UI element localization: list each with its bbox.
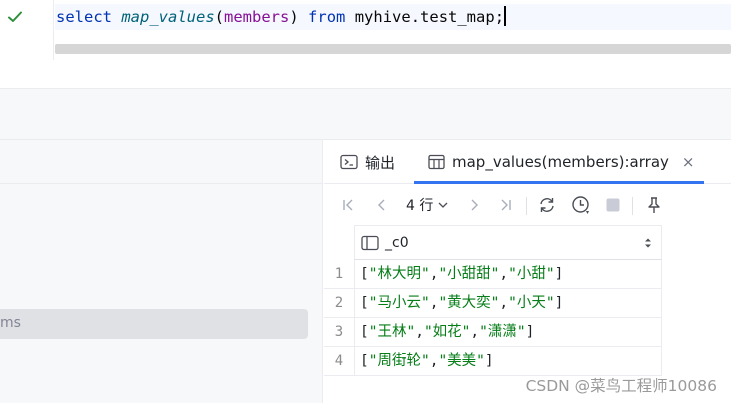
close-tab-icon[interactable]: × [682,153,695,171]
prev-page-icon[interactable] [372,195,392,215]
bracket: [ [360,295,369,311]
table-name: myhive.test_map [354,8,495,26]
bracket: [ [360,353,369,369]
chevron-down-icon [438,202,448,208]
row-number: 3 [334,324,344,340]
results-panel: 输出 map_values(members):array × 4 行 _c0 1… [324,140,731,403]
table-row[interactable]: 4 ["周街轮","美美"] [324,347,662,376]
tab-output[interactable]: 输出 [340,140,395,184]
editor-gutter [0,0,54,60]
column-header-label: _c0 [385,234,409,251]
table-row[interactable]: 3 ["王林","如花","潇潇"] [324,318,662,347]
column-icon [361,235,379,250]
results-tab-bar: 输出 map_values(members):array × [324,140,731,184]
row-number: 1 [334,266,344,282]
row-number: 4 [334,353,344,369]
table-cell[interactable]: ["周街轮","美美"] [354,347,662,375]
keyword-from: from [308,8,346,26]
sql-code-line[interactable]: select map_values(members) from myhive.t… [56,6,507,28]
semicolon: ; [494,8,505,26]
tab-query-result[interactable]: map_values(members):array × [428,140,694,184]
array-item: "林大明" [368,266,430,282]
row-count-dropdown[interactable]: 4 行 [406,195,449,215]
function-name: map_values [121,8,215,26]
active-tab-indicator [414,181,704,184]
toolbar-separator [632,197,633,215]
tab-result-label: map_values(members):array [452,153,669,171]
bracket: ] [484,353,494,369]
refresh-icon[interactable] [537,195,557,215]
array-item: "马小云" [368,295,430,311]
stop-icon[interactable] [603,195,623,215]
text-caret [504,6,507,26]
sql-editor[interactable]: select map_values(members) from myhive.t… [0,0,731,60]
next-page-icon[interactable] [464,195,484,215]
array-item: "小甜甜" [438,266,500,282]
table-icon [428,154,445,170]
array-item: "小天" [508,295,555,311]
row-number: 2 [334,295,344,311]
table-cell[interactable]: ["林大明","小甜甜","小甜"] [354,260,662,288]
keyword-select: select [56,8,112,26]
divider [0,183,323,184]
array-item: "黄大奕" [438,295,500,311]
array-item: "美美" [438,353,485,369]
first-page-icon[interactable] [338,195,358,215]
history-icon[interactable] [571,195,591,215]
array-item: "小甜" [508,266,555,282]
bracket: ] [554,295,564,311]
table-cell[interactable]: ["马小云","黄大奕","小天"] [354,289,662,317]
services-panel: ms [0,140,323,403]
console-icon [340,154,358,170]
tab-output-label: 输出 [365,153,396,172]
selected-tree-item[interactable]: ms [0,309,308,339]
array-item: "潇潇" [479,324,526,340]
array-item: "如花" [423,324,471,340]
check-icon [8,11,22,22]
horizontal-scrollbar[interactable] [55,44,731,54]
table-row[interactable]: 2 ["马小云","黄大奕","小天"] [324,289,662,318]
paren-open: ( [214,8,225,26]
paren-close: ) [289,8,299,26]
table-cell[interactable]: ["王林","如花","潇潇"] [354,318,662,346]
column-name: members [224,8,290,26]
column-header[interactable]: _c0 [354,225,662,260]
pin-icon[interactable] [644,195,664,215]
results-toolbar: 4 行 [324,185,731,225]
array-item: "周街轮" [368,353,430,369]
row-count-label: 4 行 [406,198,434,214]
bracket: [ [360,266,369,282]
array-item: "王林" [368,324,416,340]
empty-toolbar-area [0,89,731,139]
bracket: ] [525,324,535,340]
toolbar-separator [526,197,527,215]
sort-icon[interactable] [643,236,653,250]
watermark: CSDN @菜鸟工程师10086 [525,377,717,395]
table-row[interactable]: 1 ["林大明","小甜甜","小甜"] [324,260,662,289]
bracket: [ [360,324,369,340]
bracket: ] [554,266,564,282]
last-page-icon[interactable] [496,195,516,215]
tree-item-label: ms [0,315,21,331]
